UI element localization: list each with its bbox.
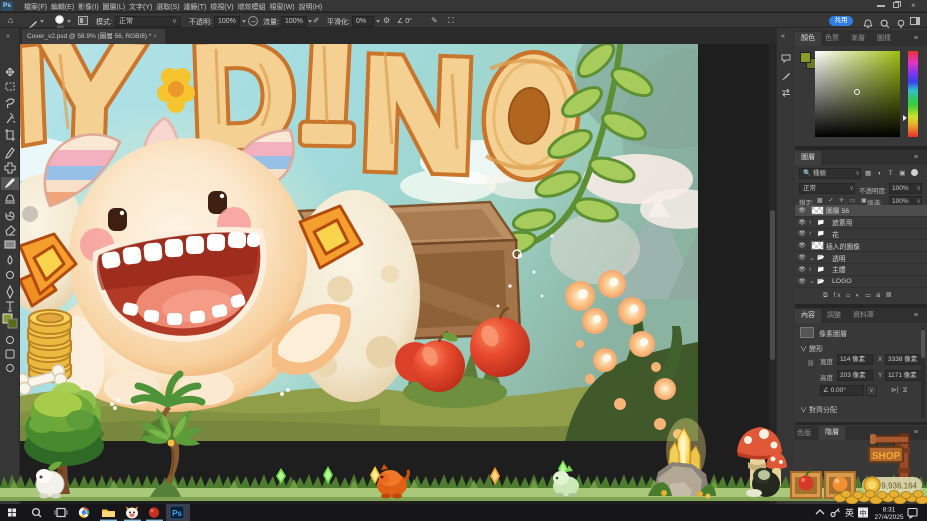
svg-text:27/4/2025: 27/4/2025 bbox=[875, 514, 904, 521]
svg-text:中: 中 bbox=[860, 509, 867, 518]
svg-text:8:31: 8:31 bbox=[883, 507, 896, 514]
svg-text:英: 英 bbox=[845, 507, 854, 518]
svg-text:N: N bbox=[359, 44, 478, 204]
svg-text:Ps: Ps bbox=[172, 509, 182, 518]
svg-text:«: « bbox=[6, 33, 10, 40]
svg-text:⋯: ⋯ bbox=[7, 306, 13, 312]
svg-text:9,936,164: 9,936,164 bbox=[881, 482, 917, 491]
svg-text:SHOP: SHOP bbox=[872, 451, 901, 462]
